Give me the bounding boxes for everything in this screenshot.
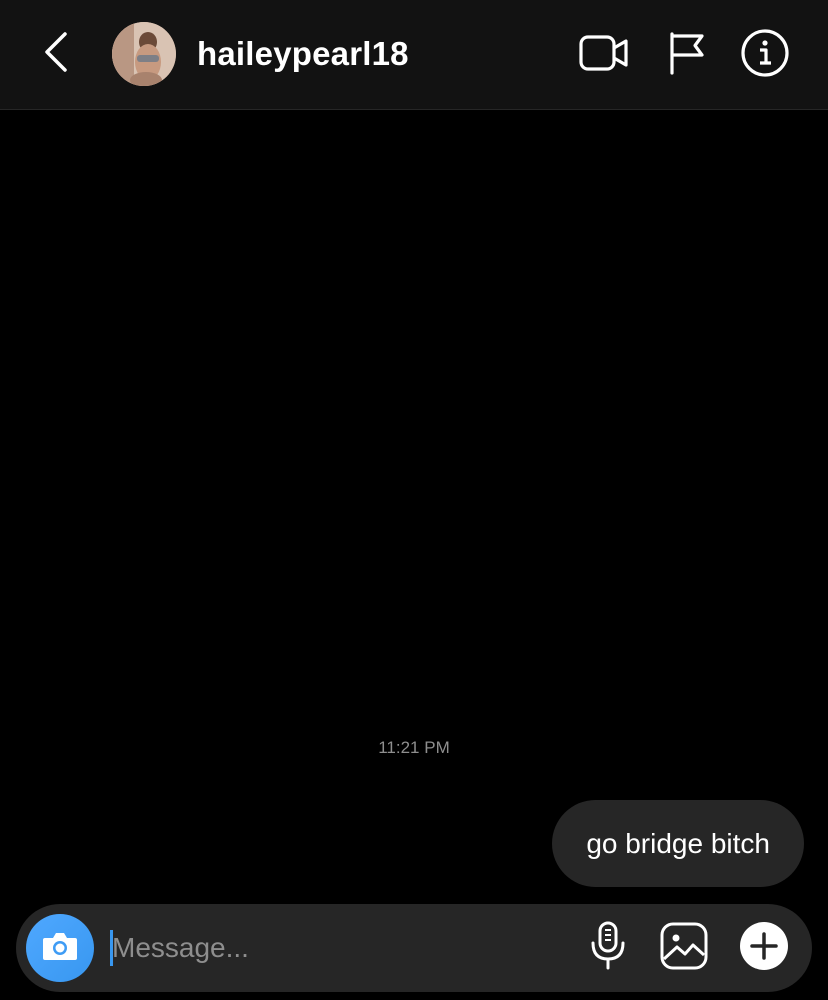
header-username[interactable]: haileypearl18 — [197, 34, 409, 74]
voice-message-button[interactable] — [580, 920, 636, 976]
camera-icon — [41, 930, 79, 967]
flag-icon — [667, 31, 707, 80]
more-options-button[interactable] — [736, 920, 792, 976]
message-text: go bridge bitch — [586, 827, 770, 859]
chevron-left-icon — [43, 31, 69, 78]
gallery-icon — [659, 921, 709, 976]
plus-icon — [739, 921, 789, 976]
chat-header: haileypearl18 — [0, 0, 828, 110]
message-timestamp: 11:21 PM — [378, 738, 450, 757]
camera-button[interactable] — [26, 914, 94, 982]
message-composer — [16, 904, 812, 992]
video-camera-icon — [578, 33, 630, 78]
microphone-icon — [588, 921, 628, 976]
avatar[interactable] — [112, 22, 176, 86]
sent-message-bubble[interactable]: go bridge bitch — [552, 800, 804, 887]
message-input[interactable] — [112, 926, 492, 970]
report-button[interactable] — [660, 28, 714, 82]
info-button[interactable] — [738, 28, 792, 82]
info-icon — [740, 28, 790, 83]
back-button[interactable] — [36, 30, 76, 78]
video-call-button[interactable] — [577, 28, 631, 82]
gallery-button[interactable] — [656, 920, 712, 976]
